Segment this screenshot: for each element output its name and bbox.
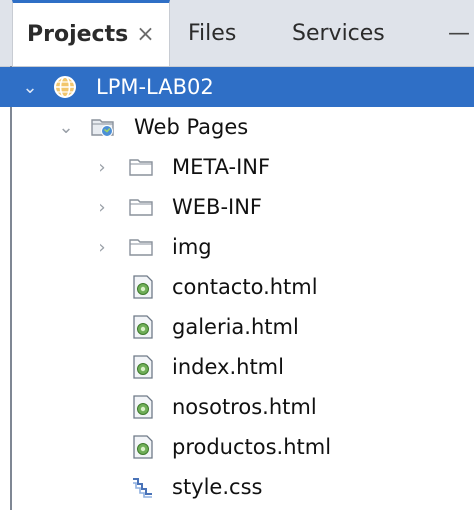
tree-node-project[interactable]: ⌄ LPM-LAB02 (0, 67, 474, 107)
chevron-down-icon[interactable]: ⌄ (20, 77, 40, 98)
tab-files[interactable]: Files (184, 0, 264, 66)
chevron-right-icon[interactable]: › (92, 197, 112, 218)
tab-projects[interactable]: Projects × (12, 0, 170, 66)
folder-icon (129, 159, 153, 176)
tab-projects-label: Projects (27, 22, 129, 47)
tree-node-file[interactable]: contacto.html (0, 267, 474, 307)
folder-icon (129, 239, 153, 256)
html-file-icon (133, 395, 153, 419)
web-folder-icon (91, 119, 114, 137)
tree-node-label: productos.html (172, 435, 332, 459)
tree-node-label: index.html (172, 355, 284, 379)
tab-services[interactable]: Services (292, 0, 402, 66)
tree-node-label: LPM-LAB02 (96, 75, 214, 99)
css-file-icon (133, 478, 152, 498)
projects-panel: Projects × Files Services — ⌄ LPM-LAB02 (0, 0, 474, 510)
tree-node-file[interactable]: style.css (0, 467, 474, 507)
tree-node-file[interactable]: index.html (0, 347, 474, 387)
tab-strip: Projects × Files Services — (0, 0, 474, 67)
html-file-icon (133, 435, 153, 459)
html-file-icon (133, 355, 153, 379)
tab-services-label: Services (292, 20, 385, 46)
tree-node-label: galeria.html (172, 315, 299, 339)
tree-node-folder[interactable]: › img (0, 227, 474, 267)
chevron-right-icon[interactable]: › (92, 237, 112, 258)
tree-node-file[interactable]: galeria.html (0, 307, 474, 347)
tree-node-label: img (172, 235, 212, 259)
chevron-right-icon[interactable]: › (92, 157, 112, 178)
tree-node-folder[interactable]: › WEB-INF (0, 187, 474, 227)
tree-node-label: style.css (172, 475, 263, 499)
html-file-icon (133, 315, 153, 339)
tree-node-folder[interactable]: › META-INF (0, 147, 474, 187)
tab-files-label: Files (188, 20, 237, 46)
html-file-icon (133, 275, 153, 299)
globe-icon (54, 76, 76, 98)
tree-node-label: WEB-INF (172, 195, 262, 219)
tree-node-file[interactable]: nosotros.html (0, 387, 474, 427)
tree-node-label: contacto.html (172, 275, 318, 299)
tree-node-label: META-INF (172, 155, 271, 179)
chevron-down-icon[interactable]: ⌄ (56, 117, 76, 138)
close-icon[interactable]: × (136, 22, 154, 47)
tree-node-file[interactable]: productos.html (0, 427, 474, 467)
tree-node-label: Web Pages (134, 115, 249, 139)
folder-icon (129, 199, 153, 216)
minimize-icon[interactable]: — (448, 0, 474, 66)
tree-node-web-pages[interactable]: ⌄ Web Pages (0, 107, 474, 147)
tree-node-label: nosotros.html (172, 395, 317, 419)
